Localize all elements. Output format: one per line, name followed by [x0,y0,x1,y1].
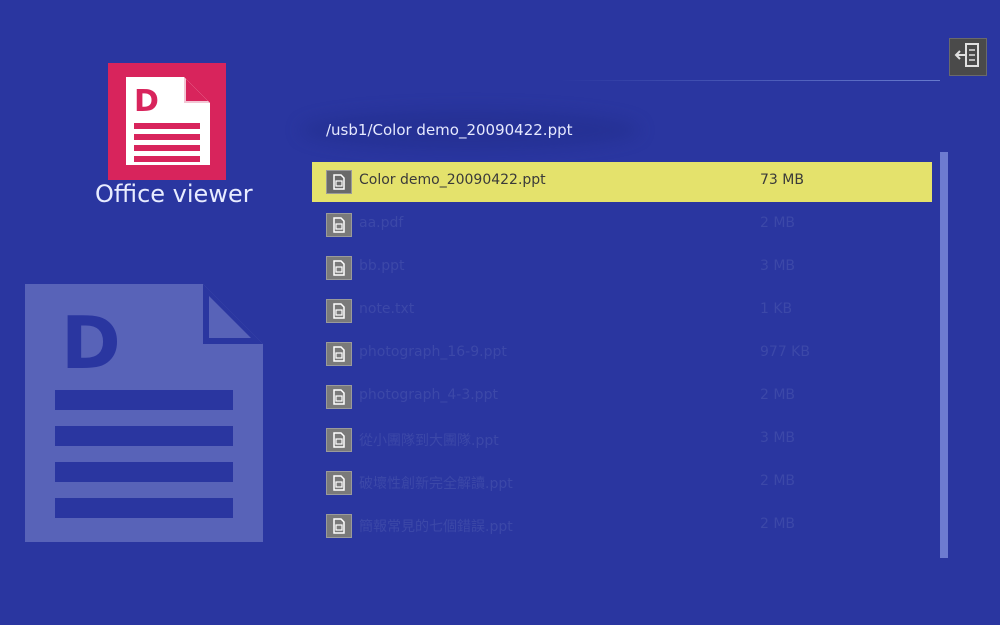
file-size: 2 MB [760,516,796,532]
exit-button[interactable] [949,38,987,76]
file-row[interactable]: 破壞性創新完全解讀.ppt 2 MB [312,463,932,503]
svg-text:D: D [61,301,121,385]
header-divider [560,80,940,81]
app-title: Office viewer [95,180,253,208]
file-icon [326,213,352,237]
svg-text:D: D [134,84,159,119]
file-name: aa.pdf [359,215,404,231]
file-name: bb.ppt [359,258,405,274]
file-icon [326,170,352,194]
file-row[interactable]: bb.ppt 3 MB [312,248,932,288]
current-path: /usb1/Color demo_20090422.ppt [326,121,573,139]
file-icon [326,385,352,409]
file-size: 73 MB [760,172,804,188]
scrollbar[interactable] [940,152,948,558]
file-icon [326,471,352,495]
file-size: 2 MB [760,215,796,231]
file-name: 破壞性創新完全解讀.ppt [359,476,513,492]
file-row[interactable]: photograph_4-3.ppt 2 MB [312,377,932,417]
file-name: 從小團隊到大團隊.ppt [359,433,499,449]
app-logo: D [108,63,226,180]
file-list: Color demo_20090422.ppt 73 MB aa.pdf 2 MB bb… [312,162,932,549]
file-name: Color demo_20090422.ppt [359,172,546,188]
file-name: photograph_16-9.ppt [359,344,507,360]
file-size: 2 MB [760,473,796,489]
file-name: photograph_4-3.ppt [359,387,498,403]
file-row[interactable]: 簡報常見的七個錯誤.ppt 2 MB [312,506,932,546]
file-name: note.txt [359,301,415,317]
file-size: 977 KB [760,344,810,360]
exit-icon [954,41,982,73]
file-row[interactable]: photograph_16-9.ppt 977 KB [312,334,932,374]
file-size: 3 MB [760,258,796,274]
file-size: 1 KB [760,301,793,317]
file-icon [326,299,352,323]
file-row[interactable]: 從小團隊到大團隊.ppt 3 MB [312,420,932,460]
file-icon [326,514,352,538]
file-row[interactable]: note.txt 1 KB [312,291,932,331]
file-size: 2 MB [760,387,796,403]
file-icon [326,256,352,280]
document-icon: D [126,77,210,165]
file-name: 簡報常見的七個錯誤.ppt [359,519,513,535]
file-icon [326,342,352,366]
file-row[interactable]: aa.pdf 2 MB [312,205,932,245]
file-icon [326,428,352,452]
large-document-icon: D [25,284,263,542]
file-size: 3 MB [760,430,796,446]
file-row[interactable]: Color demo_20090422.ppt 73 MB [312,162,932,202]
